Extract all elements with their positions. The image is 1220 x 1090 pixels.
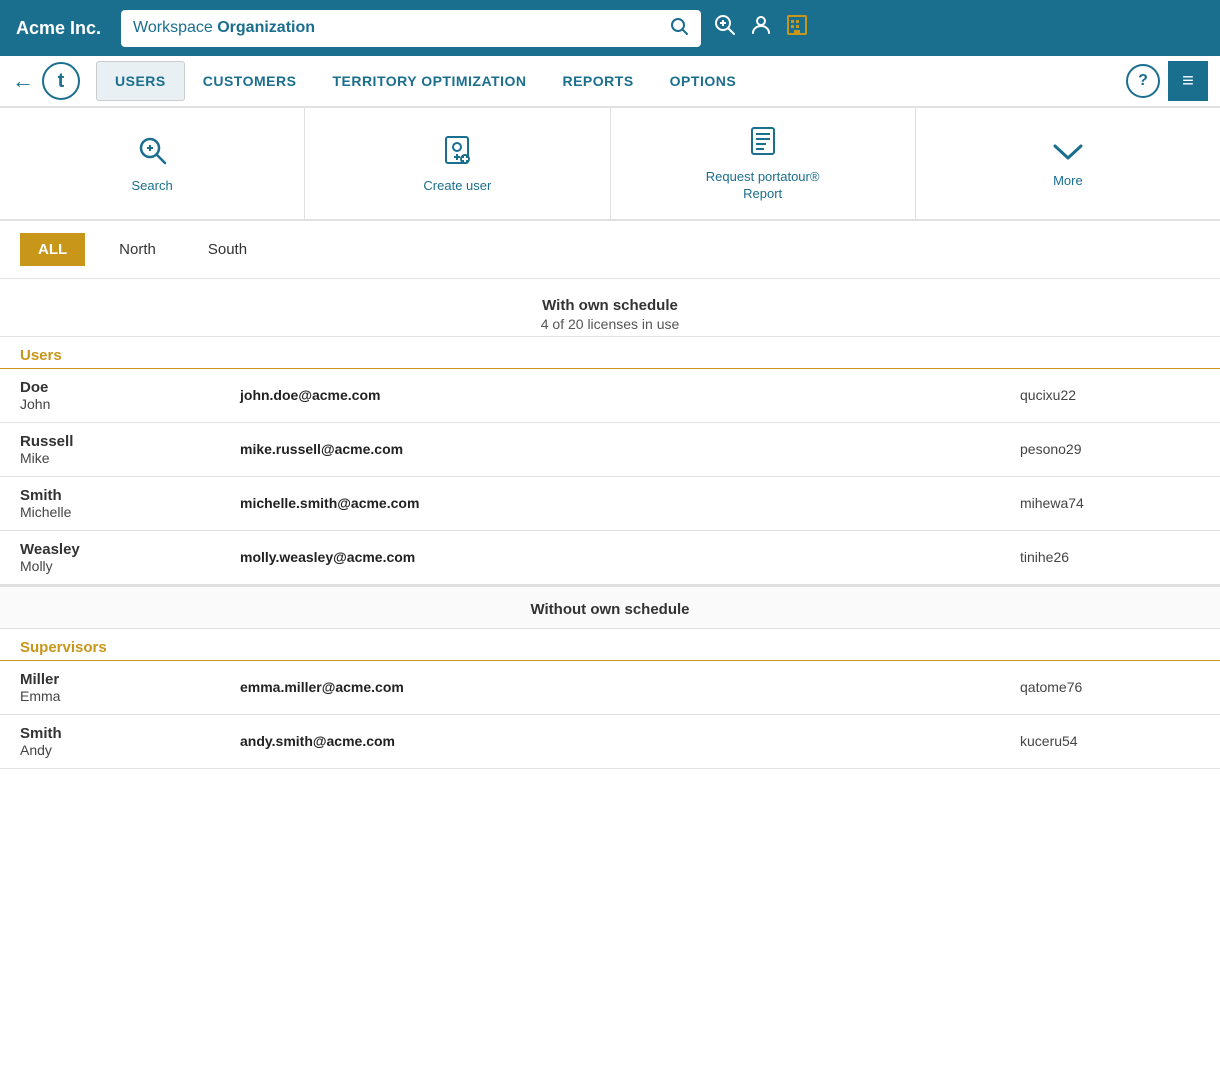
tabs-bar: ALL North South: [0, 221, 1220, 279]
users-list: Doe John john.doe@acme.com qucixu22 Russ…: [0, 369, 1220, 585]
app-title: Acme Inc.: [16, 18, 101, 39]
more-icon: [1051, 139, 1085, 167]
user-email-smith-m: michelle.smith@acme.com: [240, 495, 1020, 511]
user-row-doe[interactable]: Doe John john.doe@acme.com qucixu22: [0, 369, 1220, 423]
user-email-weasley: molly.weasley@acme.com: [240, 549, 1020, 565]
header-icons: [713, 13, 809, 43]
nav-logo: t: [42, 62, 80, 100]
tab-north[interactable]: North: [101, 233, 174, 266]
help-button[interactable]: ?: [1126, 64, 1160, 98]
search-tool-label: Search: [132, 178, 173, 193]
nav-item-customers[interactable]: CUSTOMERS: [185, 55, 315, 107]
user-row-smith-michelle[interactable]: Smith Michelle michelle.smith@acme.com m…: [0, 477, 1220, 531]
search-input[interactable]: [323, 19, 661, 37]
with-schedule-subtitle: 4 of 20 licenses in use: [0, 316, 1220, 332]
search-text: Workspace Organization: [133, 19, 315, 37]
tab-all[interactable]: ALL: [20, 233, 85, 266]
toolbar-search[interactable]: Search: [0, 108, 305, 219]
nav-bar: ← t USERS CUSTOMERS TERRITORY OPTIMIZATI…: [0, 56, 1220, 108]
back-button[interactable]: ←: [12, 68, 34, 94]
with-schedule-title: With own schedule: [0, 297, 1220, 314]
supervisor-row-smith-andy[interactable]: Smith Andy andy.smith@acme.com kuceru54: [0, 715, 1220, 769]
create-user-label: Create user: [423, 178, 491, 193]
supervisors-list: Miller Emma emma.miller@acme.com qatome7…: [0, 661, 1220, 769]
zoom-icon[interactable]: [713, 13, 737, 43]
menu-button[interactable]: ≡: [1168, 61, 1208, 101]
supervisor-email-miller: emma.miller@acme.com: [240, 679, 1020, 695]
user-row-russell[interactable]: Russell Mike mike.russell@acme.com peson…: [0, 423, 1220, 477]
nav-item-territory[interactable]: TERRITORY OPTIMIZATION: [314, 55, 544, 107]
toolbar-report[interactable]: Request portatour®Report: [611, 108, 916, 219]
user-username-doe: qucixu22: [1020, 387, 1200, 403]
user-firstname-weasley: Molly: [20, 558, 240, 574]
user-email-doe: john.doe@acme.com: [240, 387, 1020, 403]
search-tool-icon: [135, 133, 169, 172]
without-schedule-title: Without own schedule: [0, 601, 1220, 618]
user-lastname-smith-m: Smith: [20, 487, 240, 504]
toolbar-create-user[interactable]: Create user: [305, 108, 610, 219]
search-bar[interactable]: Workspace Organization: [121, 10, 701, 47]
users-category-label: Users: [0, 337, 1220, 369]
user-username-russell: pesono29: [1020, 441, 1200, 457]
user-icon[interactable]: [749, 13, 773, 43]
supervisor-firstname-smith-a: Andy: [20, 742, 240, 758]
toolbar-more[interactable]: More: [916, 108, 1220, 219]
supervisor-lastname-miller: Miller: [20, 671, 240, 688]
without-schedule-header: Without own schedule: [0, 585, 1220, 629]
tab-south[interactable]: South: [190, 233, 265, 266]
nav-item-users[interactable]: USERS: [96, 61, 185, 101]
supervisor-row-miller[interactable]: Miller Emma emma.miller@acme.com qatome7…: [0, 661, 1220, 715]
report-label: Request portatour®Report: [706, 169, 820, 203]
user-email-russell: mike.russell@acme.com: [240, 441, 1020, 457]
user-username-weasley: tinihe26: [1020, 549, 1200, 565]
user-firstname-smith-m: Michelle: [20, 504, 240, 520]
create-user-icon: [440, 133, 474, 172]
user-firstname-doe: John: [20, 396, 240, 412]
supervisor-lastname-smith-a: Smith: [20, 725, 240, 742]
user-firstname-russell: Mike: [20, 450, 240, 466]
supervisor-email-smith-a: andy.smith@acme.com: [240, 733, 1020, 749]
top-header: Acme Inc. Workspace Organization: [0, 0, 1220, 56]
nav-item-reports[interactable]: REPORTS: [544, 55, 651, 107]
user-lastname-weasley: Weasley: [20, 541, 240, 558]
user-username-smith-m: mihewa74: [1020, 495, 1200, 511]
more-label: More: [1053, 173, 1083, 188]
user-lastname-doe: Doe: [20, 379, 240, 396]
supervisor-username-miller: qatome76: [1020, 679, 1200, 695]
supervisor-firstname-miller: Emma: [20, 688, 240, 704]
user-lastname-russell: Russell: [20, 433, 240, 450]
with-schedule-header: With own schedule 4 of 20 licenses in us…: [0, 279, 1220, 337]
toolbar: Search Create user: [0, 108, 1220, 221]
supervisors-category-label: Supervisors: [0, 629, 1220, 661]
nav-item-options[interactable]: OPTIONS: [652, 55, 755, 107]
report-icon: [746, 124, 780, 163]
search-icon: [669, 16, 689, 41]
building-icon[interactable]: [785, 13, 809, 43]
supervisor-username-smith-a: kuceru54: [1020, 733, 1200, 749]
user-row-weasley[interactable]: Weasley Molly molly.weasley@acme.com tin…: [0, 531, 1220, 585]
